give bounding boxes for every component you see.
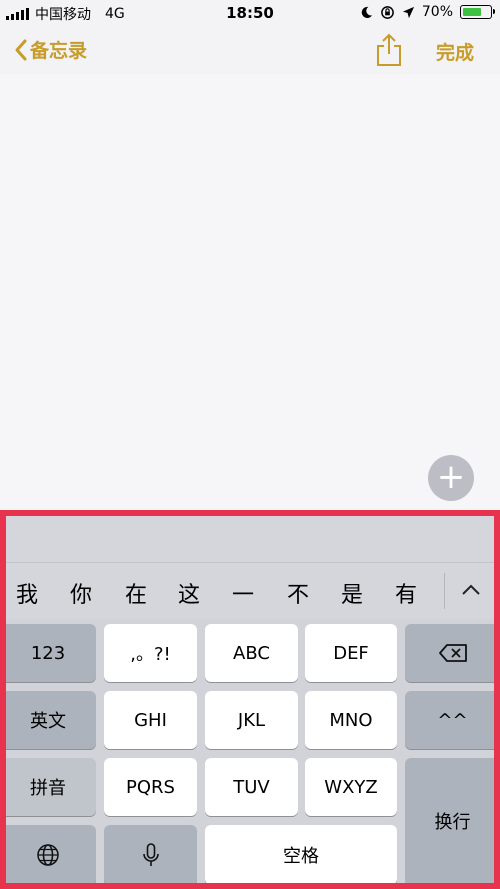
numbers-key[interactable]: 123 (6, 624, 96, 682)
candidate-word[interactable]: 这 (178, 577, 200, 609)
jkl-key[interactable]: JKL (205, 691, 298, 749)
candidate-word[interactable]: 是 (341, 577, 363, 609)
def-key[interactable]: DEF (305, 624, 397, 682)
tuv-key[interactable]: TUV (205, 758, 298, 816)
mno-key[interactable]: MNO (305, 691, 397, 749)
return-key[interactable]: 换行 (405, 758, 494, 883)
candidate-word[interactable]: 不 (287, 577, 309, 609)
status-bar: 中国移动 4G 18:50 70% (0, 0, 500, 28)
dictation-key[interactable] (104, 825, 197, 883)
candidate-word[interactable]: 我 (16, 577, 38, 609)
keyboard: 我 你 在 这 一 不 是 有 123 ,。?! ABC DEF 英文 GHI … (6, 516, 494, 883)
note-text-area[interactable] (0, 74, 500, 510)
chevron-left-icon (15, 39, 27, 60)
candidate-divider (444, 573, 445, 609)
status-right: 70% (360, 4, 495, 20)
candidate-word[interactable]: 有 (395, 577, 417, 609)
moon-icon (361, 6, 372, 18)
plus-icon: + (436, 457, 466, 497)
back-label: 备忘录 (30, 40, 88, 62)
battery-icon (460, 5, 495, 19)
candidate-bar: 我 你 在 这 一 不 是 有 (6, 563, 494, 619)
done-button[interactable]: 完成 (436, 38, 474, 65)
emoji-key[interactable]: ^^ (405, 691, 494, 749)
candidate-word[interactable]: 你 (70, 577, 92, 609)
chevron-up-icon[interactable] (456, 575, 486, 605)
english-key[interactable]: 英文 (6, 691, 96, 749)
ghi-key[interactable]: GHI (104, 691, 197, 749)
space-key[interactable]: 空格 (205, 825, 397, 883)
rotation-lock-icon (381, 5, 394, 19)
battery-fill (463, 8, 481, 16)
location-arrow-icon (402, 6, 414, 18)
globe-key[interactable] (6, 825, 96, 883)
delete-key[interactable] (405, 624, 494, 682)
backspace-icon (438, 644, 467, 662)
punctuation-key[interactable]: ,。?! (104, 624, 197, 682)
pqrs-key[interactable]: PQRS (104, 758, 197, 816)
back-button[interactable]: 备忘录 (14, 36, 87, 63)
candidate-word[interactable]: 一 (232, 577, 254, 609)
globe-icon (37, 844, 59, 866)
pinyin-compose-area (6, 516, 494, 563)
navigation-bar: 备忘录 完成 (0, 28, 500, 74)
microphone-icon (142, 843, 159, 866)
share-icon[interactable] (373, 32, 405, 68)
pinyin-key[interactable]: 拼音 (6, 758, 96, 816)
candidate-word[interactable]: 在 (125, 577, 147, 609)
battery-percent: 70% (421, 4, 453, 20)
wxyz-key[interactable]: WXYZ (305, 758, 397, 816)
abc-key[interactable]: ABC (205, 624, 298, 682)
add-attachment-button[interactable]: + (428, 455, 474, 501)
